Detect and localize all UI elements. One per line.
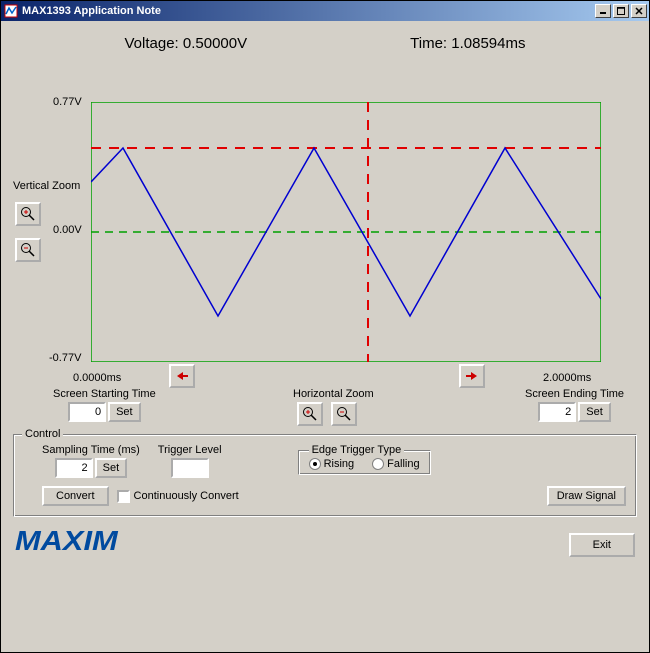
app-icon	[3, 3, 19, 19]
zoom-out-icon	[336, 406, 352, 422]
control-legend: Control	[22, 428, 63, 440]
scroll-right-button[interactable]	[459, 364, 485, 388]
rising-radio[interactable]: Rising	[309, 458, 355, 470]
zoom-in-icon	[20, 206, 36, 222]
oscilloscope-area: 0.77V 0.00V -0.77V 0.0000ms 2.0000ms Ver…	[13, 62, 637, 422]
y-axis-top-label: 0.77V	[53, 96, 82, 108]
window-controls	[595, 4, 647, 18]
content-area: Voltage: 0.50000V Time: 1.08594ms 0.77V …	[1, 21, 649, 652]
maxim-logo: MAXIM	[15, 525, 118, 557]
horizontal-zoom-out-button[interactable]	[331, 402, 357, 426]
bottom-row: MAXIM Exit	[13, 521, 637, 559]
sampling-time-input[interactable]	[55, 458, 93, 478]
x-axis-start-label: 0.0000ms	[73, 372, 121, 384]
voltage-readout: Voltage: 0.50000V	[125, 35, 248, 52]
draw-signal-button[interactable]: Draw Signal	[547, 486, 626, 506]
radio-icon	[309, 458, 321, 470]
continuous-convert-checkbox[interactable]: Continuously Convert	[117, 490, 239, 503]
sampling-time-label: Sampling Time (ms)	[42, 444, 140, 456]
trigger-level-label: Trigger Level	[158, 444, 222, 456]
vertical-zoom-out-button[interactable]	[15, 238, 41, 262]
oscilloscope-display[interactable]	[91, 102, 601, 362]
screen-end-time-block: Screen Ending Time Set	[525, 388, 624, 422]
exit-button[interactable]: Exit	[569, 533, 635, 557]
control-row-1: Sampling Time (ms) Set Trigger Level Edg…	[22, 444, 628, 478]
vertical-zoom-label: Vertical Zoom	[13, 180, 80, 192]
sampling-set-button[interactable]: Set	[95, 458, 128, 478]
falling-radio[interactable]: Falling	[372, 458, 419, 470]
trigger-level-input[interactable]	[171, 458, 209, 478]
horizontal-zoom-label: Horizontal Zoom	[293, 388, 374, 400]
arrow-right-icon	[465, 370, 479, 382]
sampling-time-block: Sampling Time (ms) Set	[42, 444, 140, 478]
screen-end-time-input[interactable]	[538, 402, 576, 422]
horizontal-zoom-in-button[interactable]	[297, 402, 323, 426]
x-axis-end-label: 2.0000ms	[543, 372, 591, 384]
edge-trigger-group: Edge Trigger Type Rising Falling	[298, 444, 431, 475]
title-bar: MAX1393 Application Note	[1, 1, 649, 21]
minimize-button[interactable]	[595, 4, 611, 18]
y-axis-mid-label: 0.00V	[53, 224, 82, 236]
convert-button[interactable]: Convert	[42, 486, 109, 506]
maximize-button[interactable]	[613, 4, 629, 18]
zoom-out-icon	[20, 242, 36, 258]
zoom-in-icon	[302, 406, 318, 422]
info-row: Voltage: 0.50000V Time: 1.08594ms	[13, 29, 637, 62]
time-readout: Time: 1.08594ms	[410, 35, 525, 52]
screen-start-set-button[interactable]: Set	[108, 402, 141, 422]
arrow-left-icon	[175, 370, 189, 382]
window-title: MAX1393 Application Note	[22, 5, 595, 17]
control-row-2: Convert Continuously Convert	[22, 486, 628, 506]
screen-start-time-input[interactable]	[68, 402, 106, 422]
vertical-zoom-in-button[interactable]	[15, 202, 41, 226]
screen-start-time-block: Screen Starting Time Set	[53, 388, 156, 422]
trigger-level-block: Trigger Level	[158, 444, 222, 478]
y-axis-bottom-label: -0.77V	[49, 352, 81, 364]
scroll-left-button[interactable]	[169, 364, 195, 388]
close-button[interactable]	[631, 4, 647, 18]
screen-end-set-button[interactable]: Set	[578, 402, 611, 422]
app-window: MAX1393 Application Note Voltage: 0.5000…	[0, 0, 650, 653]
control-panel: Control Sampling Time (ms) Set Trigger L…	[13, 428, 637, 517]
radio-icon	[372, 458, 384, 470]
edge-trigger-legend: Edge Trigger Type	[309, 444, 405, 456]
screen-end-time-label: Screen Ending Time	[525, 388, 624, 400]
screen-start-time-label: Screen Starting Time	[53, 388, 156, 400]
checkbox-icon	[117, 490, 130, 503]
